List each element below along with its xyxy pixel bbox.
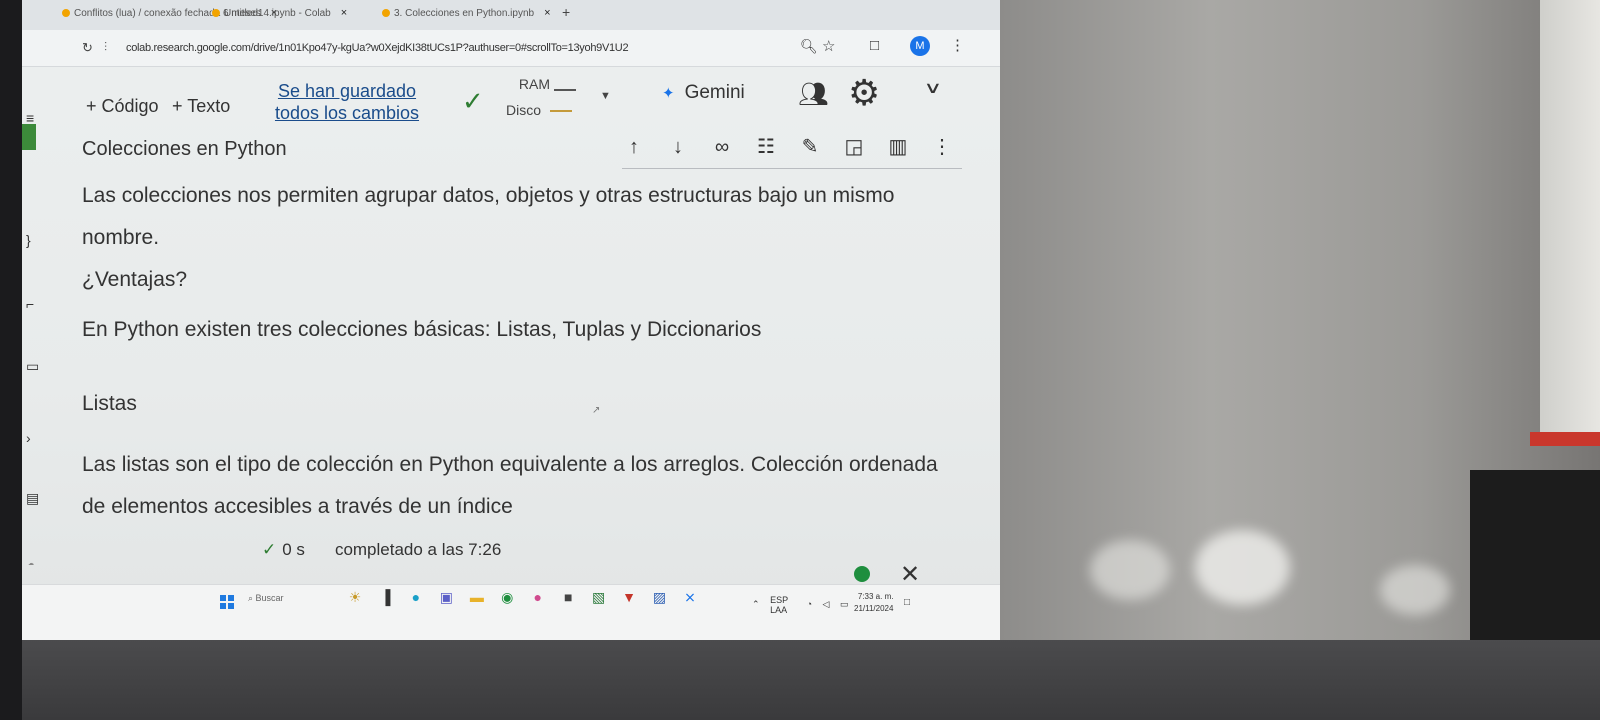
browser-tab-bar: Conflitos (lua) / conexão fechada 6 mese… xyxy=(22,0,1000,30)
runtime-dropdown-icon[interactable]: ▼ xyxy=(600,90,611,102)
comment-icon[interactable]: ☷ xyxy=(744,134,788,159)
tab-favicon-icon xyxy=(62,9,70,17)
text-cell-header: Colecciones en Python ↑ ↓ ∞ ☷ ✎ ◲ ▥ ⋮ xyxy=(82,128,982,172)
reload-icon[interactable]: ↻ xyxy=(82,40,93,56)
completion-time: completado a las 7:26 xyxy=(334,540,502,559)
browser-tab[interactable]: Untitled14.ipynb - Colab × xyxy=(212,7,347,19)
ram-usage-bar xyxy=(554,89,576,91)
add-text-button[interactable]: + Texto xyxy=(172,96,230,117)
sidebar-folder-icon[interactable]: ▭ xyxy=(26,358,40,375)
chrome-icon[interactable]: ◉ xyxy=(494,589,520,606)
excel-icon[interactable]: ▧ xyxy=(586,589,612,606)
basic-collections-text: En Python existen tres colecciones básic… xyxy=(82,318,762,341)
sidebar-toc-icon[interactable]: ≡ xyxy=(26,110,40,126)
light-glare xyxy=(1195,530,1290,605)
notifications-icon[interactable]: □ xyxy=(904,597,910,608)
disk-usage-bar xyxy=(550,110,572,112)
projected-screen: Conflitos (lua) / conexão fechada 6 mese… xyxy=(22,0,1000,640)
saved-check-icon: ✓ xyxy=(462,86,484,116)
colab-toolbar: + Código + Texto Se han guardado todos l… xyxy=(22,66,1000,128)
teams-icon[interactable]: ▣ xyxy=(433,589,459,606)
intro-paragraph: Las colecciones nos permiten agrupar dat… xyxy=(82,184,895,249)
store-icon[interactable]: ● xyxy=(525,589,551,605)
more-options-icon[interactable]: ⋮ xyxy=(920,134,964,159)
profile-avatar[interactable]: M xyxy=(910,36,930,56)
ram-label: RAM xyxy=(518,76,550,92)
save-status-link[interactable]: Se han guardado todos los cambios xyxy=(272,80,422,124)
sidebar-active-indicator xyxy=(22,124,36,150)
volume-icon[interactable]: ◁ xyxy=(823,599,830,609)
monitor-frame-left xyxy=(0,0,22,720)
taskbar-apps: ☀ ▐ ● ▣ ▬ ◉ ● ■ ▧ ▼ ▨ ⨯ xyxy=(342,589,703,607)
colab-favicon-icon xyxy=(382,9,390,17)
colab-favicon-icon xyxy=(212,9,220,17)
taskbar-clock[interactable]: 7:33 a. m. 21/11/2024 xyxy=(854,591,893,615)
red-stripe xyxy=(1530,432,1600,446)
sidebar-key-icon[interactable]: ⌐ xyxy=(26,296,40,312)
link-icon[interactable]: ∞ xyxy=(700,136,744,159)
extensions-icon[interactable]: □ xyxy=(870,37,879,54)
whiteboard-edge xyxy=(1540,0,1600,440)
runtime-connected-indicator xyxy=(854,566,870,582)
address-bar: ↻ ⫶ colab.research.google.com/drive/1n01… xyxy=(22,30,1000,67)
edit-pencil-icon[interactable]: ✎ xyxy=(788,134,832,159)
question-text: ¿Ventajas? xyxy=(82,268,188,291)
site-info-icon[interactable]: ⫶ xyxy=(104,40,107,55)
monitor-frame-bottom xyxy=(0,640,1600,720)
language-indicator[interactable]: ESP LAA xyxy=(770,595,796,615)
cell-title: Colecciones en Python xyxy=(82,138,287,160)
system-tray: ⌃ ESP LAA ◔ ◁ ▭ xyxy=(752,595,857,615)
sidebar-bracket-icon[interactable]: } xyxy=(26,232,40,248)
light-glare xyxy=(1090,540,1170,600)
gemini-button[interactable]: ✦ Gemini xyxy=(662,82,745,104)
word-icon[interactable]: ▨ xyxy=(647,589,673,606)
taskbar-search[interactable]: ⌕ Buscar xyxy=(248,593,284,604)
execution-status: ✓ 0 s completado a las 7:26 xyxy=(262,540,501,560)
bookmark-star-icon[interactable]: ☆ xyxy=(822,37,835,55)
light-glare xyxy=(1380,565,1450,615)
sidebar-terminal-icon[interactable]: ▤ xyxy=(26,490,40,507)
app-icon[interactable]: ■ xyxy=(555,589,581,605)
wifi-icon[interactable]: ◔ xyxy=(807,599,812,609)
windows-taskbar: ⌕ Buscar ☀ ▐ ● ▣ ▬ ◉ ● ■ ▧ ▼ ▨ ⨯ ⌃ ESP LA… xyxy=(22,584,1000,640)
security-icon[interactable]: ▼ xyxy=(616,589,642,605)
weather-widget-icon[interactable]: ☁ xyxy=(28,560,34,568)
delete-icon[interactable]: ▥ xyxy=(876,134,920,159)
new-tab-button[interactable]: + xyxy=(562,4,570,20)
status-check-icon: ✓ xyxy=(262,540,277,559)
vscode-icon[interactable]: ⨯ xyxy=(677,589,703,606)
browser-menu-icon[interactable]: ⋮ xyxy=(950,36,965,54)
execution-duration: 0 s xyxy=(282,540,305,559)
close-tab-icon[interactable]: × xyxy=(341,7,347,19)
zoom-icon[interactable]: 🔍︎ xyxy=(800,38,818,55)
gemini-spark-icon: ✦ xyxy=(662,85,675,102)
share-people-icon[interactable]: 👥︎ xyxy=(798,80,828,109)
listas-heading: Listas xyxy=(82,392,137,415)
mouse-cursor-icon: ↗ xyxy=(592,405,601,416)
cell-toolbar: ↑ ↓ ∞ ☷ ✎ ◲ ▥ ⋮ xyxy=(612,134,964,159)
collapse-chevron-icon[interactable]: ∨ xyxy=(923,78,942,98)
file-explorer-icon[interactable]: ▬ xyxy=(464,589,490,605)
move-up-icon[interactable]: ↑ xyxy=(612,136,656,159)
sidebar-expand-icon[interactable]: › xyxy=(26,430,40,446)
move-down-icon[interactable]: ↓ xyxy=(656,136,700,159)
battery-icon[interactable]: ▭ xyxy=(840,599,849,609)
disk-label: Disco xyxy=(506,102,542,118)
windows-start-icon[interactable] xyxy=(220,595,234,609)
cell-divider xyxy=(622,168,962,169)
tray-overflow-icon[interactable]: ⌃ xyxy=(752,599,760,609)
browser-tab-active[interactable]: 3. Colecciones en Python.ipynb × xyxy=(382,7,551,19)
widgets-icon[interactable]: ☀ xyxy=(342,589,368,606)
close-tab-icon[interactable]: × xyxy=(544,7,550,19)
url-field[interactable]: colab.research.google.com/drive/1n01Kpo4… xyxy=(126,42,629,54)
settings-gear-icon[interactable]: ⚙ xyxy=(848,72,880,114)
edge-icon[interactable]: ● xyxy=(403,589,429,605)
mirror-cell-icon[interactable]: ◲ xyxy=(832,134,876,159)
add-code-button[interactable]: + Código xyxy=(86,96,159,117)
task-view-icon[interactable]: ▐ xyxy=(372,589,398,605)
listas-paragraph: Las listas son el tipo de colección en P… xyxy=(82,453,938,518)
